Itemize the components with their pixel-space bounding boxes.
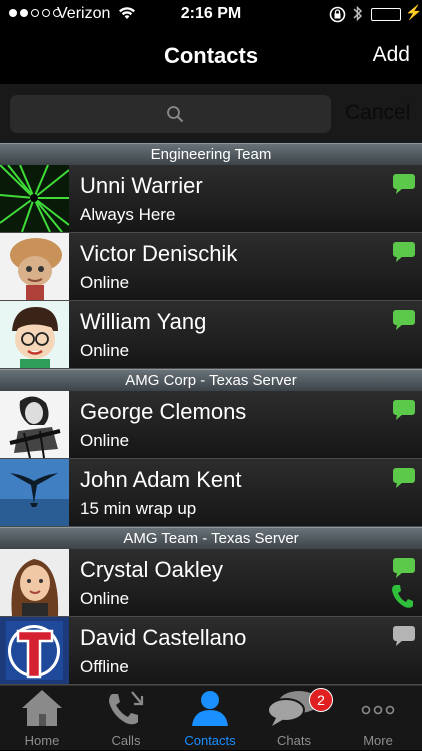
section-header: AMG Team - Texas Server xyxy=(0,527,422,549)
status-bar: Verizon 2:16 PM ⚡ xyxy=(0,0,422,30)
chat-bubble-icon[interactable] xyxy=(392,173,416,200)
tab-chats[interactable]: 2 Chats xyxy=(252,686,336,751)
more-dots-icon xyxy=(336,688,420,728)
phone-call-icon[interactable] xyxy=(390,583,414,614)
bluetooth-icon xyxy=(352,4,363,28)
contact-name: David Castellano xyxy=(80,625,247,650)
contact-name: Crystal Oakley xyxy=(80,557,224,582)
add-contact-button[interactable]: Add xyxy=(373,43,410,67)
charging-icon: ⚡ xyxy=(405,4,422,20)
contact-row[interactable]: John Adam Kent 15 min wrap up xyxy=(0,459,422,527)
avatar xyxy=(0,391,69,458)
section-header: AMG Corp - Texas Server xyxy=(0,369,422,391)
contact-status: Online xyxy=(80,273,130,292)
navigation-bar: Contacts Add xyxy=(0,30,422,84)
contact-status: Online xyxy=(80,589,130,608)
tab-contacts[interactable]: Contacts xyxy=(168,686,252,751)
contact-name: George Clemons xyxy=(80,399,247,424)
avatar xyxy=(0,301,69,368)
contact-row[interactable]: Unni Warrier Always Here xyxy=(0,165,422,233)
search-input[interactable] xyxy=(10,95,331,133)
cancel-button[interactable]: Cancel xyxy=(345,101,410,125)
contact-status: Online xyxy=(80,341,130,360)
contact-status: Online xyxy=(80,431,130,450)
tab-label: Chats xyxy=(277,733,311,748)
tab-label: Home xyxy=(24,733,60,748)
tab-label: More xyxy=(363,733,393,748)
contact-row[interactable]: David Castellano Offline xyxy=(0,617,422,685)
contact-status: Always Here xyxy=(80,205,176,224)
contact-status: 15 min wrap up xyxy=(80,499,197,518)
contact-name: Victor Denischik xyxy=(80,241,238,266)
contact-name: Unni Warrier xyxy=(80,173,203,198)
avatar xyxy=(0,549,69,616)
avatar xyxy=(0,165,69,232)
avatar xyxy=(0,233,69,300)
tab-home[interactable]: Home xyxy=(0,686,84,751)
avatar xyxy=(0,459,69,526)
search-bar: Cancel xyxy=(0,84,422,143)
chat-bubble-icon[interactable] xyxy=(392,625,416,652)
battery-icon xyxy=(371,8,401,21)
phone-calls-icon xyxy=(84,688,168,728)
person-icon xyxy=(168,688,252,728)
chat-bubble-icon[interactable] xyxy=(392,557,416,584)
chat-bubble-icon[interactable] xyxy=(392,241,416,268)
contact-row[interactable]: Crystal Oakley Online xyxy=(0,549,422,617)
contact-row[interactable]: William Yang Online xyxy=(0,301,422,369)
contact-row[interactable]: George Clemons Online xyxy=(0,391,422,459)
contact-row[interactable]: Victor Denischik Online xyxy=(0,233,422,301)
tab-calls[interactable]: Calls xyxy=(84,686,168,751)
search-icon xyxy=(166,105,184,128)
contact-list[interactable]: Engineering Team Unni Warrier Always Her… xyxy=(0,143,422,685)
contact-name: William Yang xyxy=(80,309,207,334)
section-header: Engineering Team xyxy=(0,143,422,165)
rotation-lock-icon xyxy=(329,6,346,28)
tab-more[interactable]: More xyxy=(336,686,420,751)
unread-badge: 2 xyxy=(309,688,333,712)
tab-bar: Home Calls Contacts 2 Chats More xyxy=(0,685,422,750)
contact-name: John Adam Kent xyxy=(80,467,242,492)
page-title: Contacts xyxy=(163,43,259,68)
chat-bubble-icon[interactable] xyxy=(392,309,416,336)
home-icon xyxy=(0,688,84,728)
chat-bubble-icon[interactable] xyxy=(392,467,416,494)
chat-bubble-icon[interactable] xyxy=(392,399,416,426)
tab-label: Calls xyxy=(111,733,141,748)
tab-label: Contacts xyxy=(184,733,236,748)
avatar xyxy=(0,617,69,684)
contact-status: Offline xyxy=(80,657,129,676)
